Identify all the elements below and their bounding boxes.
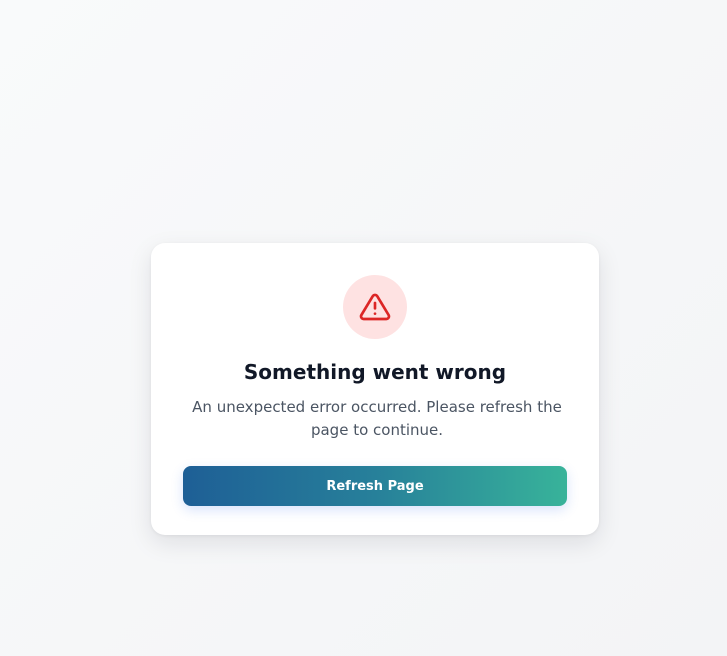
warning-triangle-icon bbox=[359, 293, 391, 321]
warning-icon-badge bbox=[343, 275, 407, 339]
error-message: An unexpected error occurred. Please ref… bbox=[192, 398, 562, 439]
refresh-page-button[interactable]: Refresh Page bbox=[183, 466, 567, 506]
error-card: Something went wrong An unexpected error… bbox=[151, 243, 599, 535]
error-title: Something went wrong bbox=[243, 360, 507, 384]
